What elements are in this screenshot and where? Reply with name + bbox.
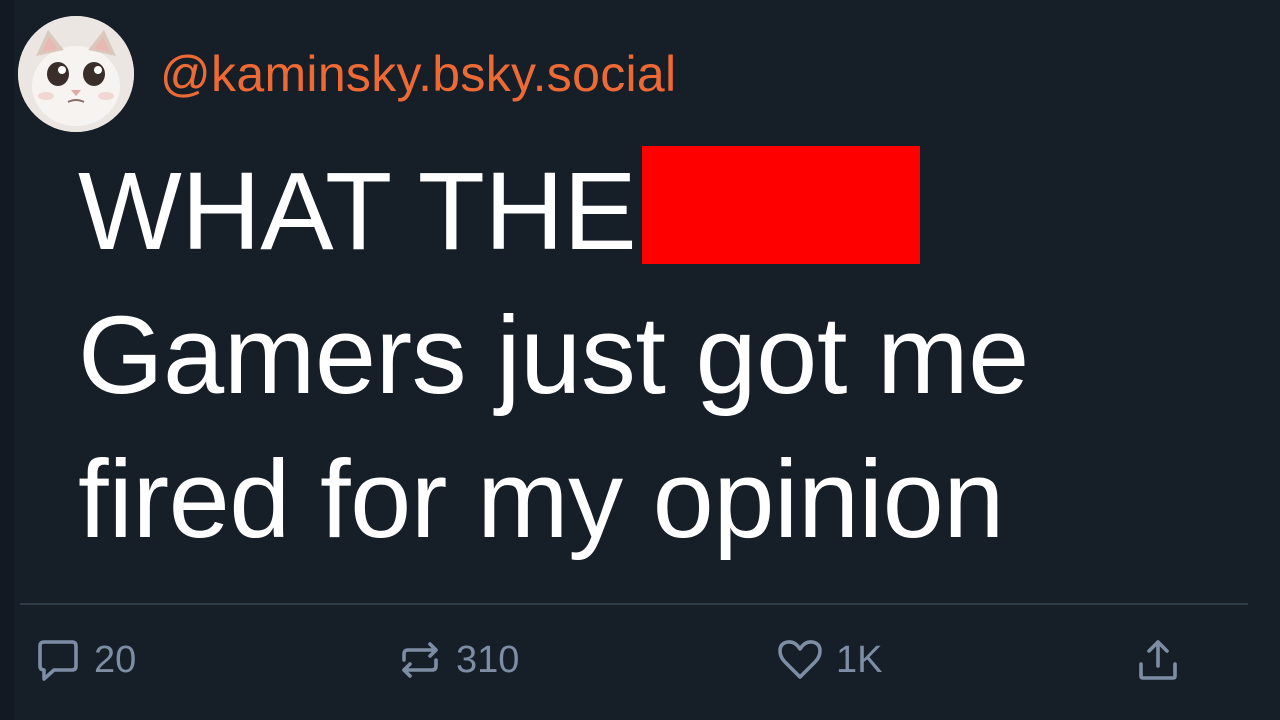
post-text: WHAT THE Gamers just got me ﬁred for my …: [78, 140, 1228, 572]
reply-button[interactable]: 20: [32, 634, 136, 686]
post-text-line-1-content: WHAT THE: [78, 150, 637, 273]
heart-icon: [774, 634, 826, 686]
share-icon: [1132, 634, 1184, 686]
like-button[interactable]: 1K: [774, 634, 882, 686]
post-text-line-2: Gamers just got me: [78, 294, 1029, 417]
post-text-line-1: WHAT THE: [78, 140, 1228, 284]
author-handle[interactable]: @kaminsky.bsky.social: [160, 44, 676, 104]
post-text-line-3: ﬁred for my opinion: [78, 438, 1004, 561]
divider: [20, 603, 1248, 605]
comment-icon: [32, 634, 84, 686]
share-button[interactable]: [1132, 634, 1184, 686]
cat-avatar-image: [18, 16, 134, 132]
censor-box: [642, 146, 921, 264]
avatar[interactable]: [18, 16, 134, 132]
repost-count: 310: [456, 639, 520, 681]
reply-count: 20: [94, 639, 137, 681]
repost-icon: [394, 634, 446, 686]
left-edge-strip: [0, 0, 14, 720]
repost-button[interactable]: 310: [394, 634, 519, 686]
post-card: @kaminsky.bsky.social WHAT THE Gamers ju…: [0, 0, 1280, 720]
like-count: 1K: [836, 639, 883, 681]
